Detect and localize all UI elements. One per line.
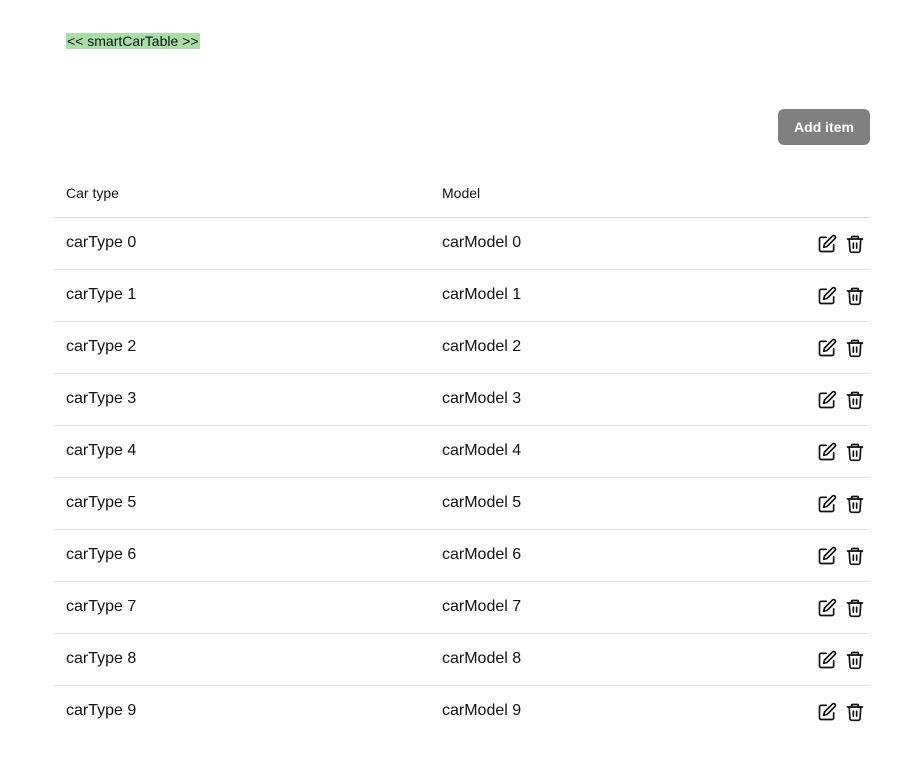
edit-icon[interactable] bbox=[816, 233, 838, 255]
column-header-model: Model bbox=[442, 185, 481, 201]
table-row: carType 7 carModel 7 bbox=[54, 582, 870, 634]
table-row: carType 9 carModel 9 bbox=[54, 686, 870, 737]
car-model-cell: carModel 4 bbox=[442, 442, 522, 459]
row-actions bbox=[816, 493, 866, 515]
car-model-cell: carModel 6 bbox=[442, 546, 522, 563]
table-row: carType 4 carModel 4 bbox=[54, 426, 870, 478]
edit-icon[interactable] bbox=[816, 337, 838, 359]
trash-icon[interactable] bbox=[844, 337, 866, 359]
table-row: carType 1 carModel 1 bbox=[54, 270, 870, 322]
table-row: carType 3 carModel 3 bbox=[54, 374, 870, 426]
row-actions bbox=[816, 285, 866, 307]
car-model-cell: carModel 3 bbox=[442, 390, 522, 407]
edit-icon[interactable] bbox=[816, 597, 838, 619]
trash-icon[interactable] bbox=[844, 701, 866, 723]
trash-icon[interactable] bbox=[844, 545, 866, 567]
edit-icon[interactable] bbox=[816, 441, 838, 463]
car-model-cell: carModel 0 bbox=[442, 234, 522, 251]
component-tag: << smartCarTable >> bbox=[66, 33, 200, 49]
car-type-cell: carType 5 bbox=[66, 494, 137, 511]
car-type-cell: carType 3 bbox=[66, 390, 137, 407]
row-actions bbox=[816, 389, 866, 411]
trash-icon[interactable] bbox=[844, 233, 866, 255]
car-table: Car type Model carType 0 carModel 0 carT… bbox=[54, 166, 870, 737]
column-header-car-type: Car type bbox=[66, 185, 119, 201]
row-actions bbox=[816, 441, 866, 463]
car-type-cell: carType 4 bbox=[66, 442, 137, 459]
table-row: carType 5 carModel 5 bbox=[54, 478, 870, 530]
edit-icon[interactable] bbox=[816, 545, 838, 567]
trash-icon[interactable] bbox=[844, 389, 866, 411]
row-actions bbox=[816, 597, 866, 619]
car-type-cell: carType 2 bbox=[66, 338, 137, 355]
trash-icon[interactable] bbox=[844, 285, 866, 307]
car-model-cell: carModel 5 bbox=[442, 494, 522, 511]
edit-icon[interactable] bbox=[816, 389, 838, 411]
car-model-cell: carModel 9 bbox=[442, 702, 522, 719]
edit-icon[interactable] bbox=[816, 649, 838, 671]
add-item-button[interactable]: Add item bbox=[778, 109, 870, 145]
car-model-cell: carModel 2 bbox=[442, 338, 522, 355]
car-model-cell: carModel 8 bbox=[442, 650, 522, 667]
table-row: carType 6 carModel 6 bbox=[54, 530, 870, 582]
trash-icon[interactable] bbox=[844, 597, 866, 619]
car-type-cell: carType 9 bbox=[66, 702, 137, 719]
table-row: carType 8 carModel 8 bbox=[54, 634, 870, 686]
car-model-cell: carModel 1 bbox=[442, 286, 522, 303]
row-actions bbox=[816, 233, 866, 255]
row-actions bbox=[816, 337, 866, 359]
edit-icon[interactable] bbox=[816, 493, 838, 515]
car-type-cell: carType 7 bbox=[66, 598, 137, 615]
table-row: carType 0 carModel 0 bbox=[54, 218, 870, 270]
table-header: Car type Model bbox=[54, 166, 870, 218]
trash-icon[interactable] bbox=[844, 493, 866, 515]
car-type-cell: carType 1 bbox=[66, 286, 137, 303]
row-actions bbox=[816, 545, 866, 567]
trash-icon[interactable] bbox=[844, 649, 866, 671]
car-model-cell: carModel 7 bbox=[442, 598, 522, 615]
car-type-cell: carType 8 bbox=[66, 650, 137, 667]
table-row: carType 2 carModel 2 bbox=[54, 322, 870, 374]
edit-icon[interactable] bbox=[816, 285, 838, 307]
trash-icon[interactable] bbox=[844, 441, 866, 463]
row-actions bbox=[816, 701, 866, 723]
car-type-cell: carType 6 bbox=[66, 546, 137, 563]
car-type-cell: carType 0 bbox=[66, 234, 137, 251]
edit-icon[interactable] bbox=[816, 701, 838, 723]
row-actions bbox=[816, 649, 866, 671]
